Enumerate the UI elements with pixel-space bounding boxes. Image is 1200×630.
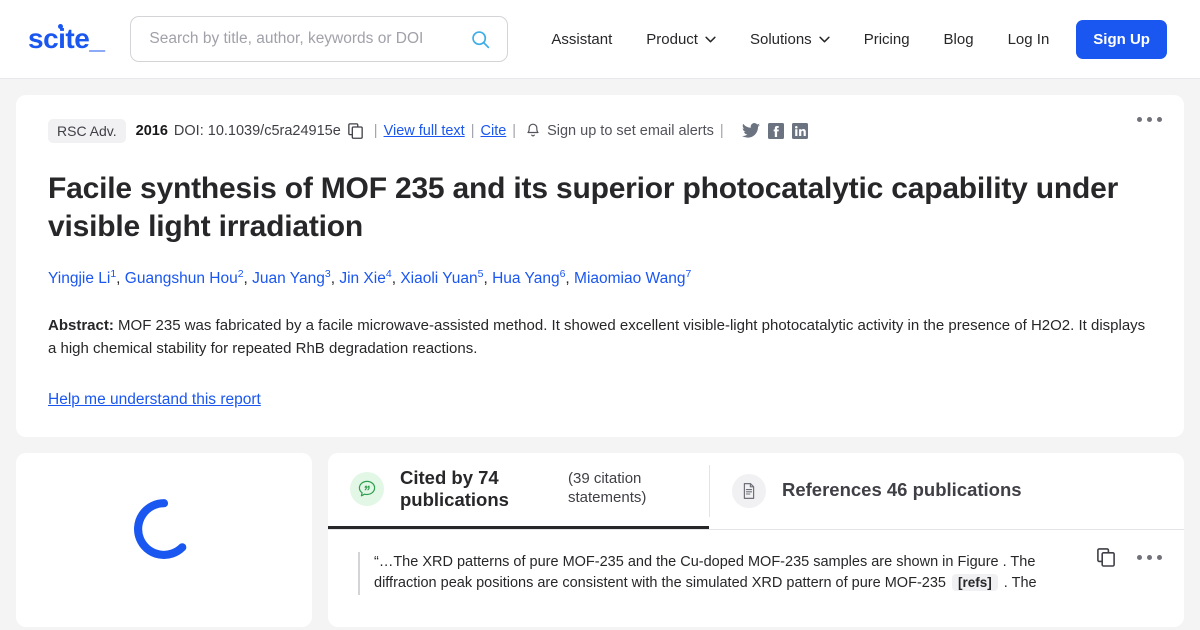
tab-cited-by-sublabel: (39 citation statements) [568,470,647,507]
social-share-group [741,123,808,139]
paper-meta-row: RSC Adv. 2016 DOI: 10.1039/c5ra24915e | … [48,119,1152,143]
facebook-icon[interactable] [767,123,784,139]
search-input[interactable] [149,30,471,48]
kebab-dot [1157,554,1162,560]
nav-label: Blog [943,30,974,48]
nav-item-solutions[interactable]: Solutions [733,23,847,56]
statement-text-part1: “…The XRD patterns of pure MOF-235 and t… [374,553,1036,592]
twitter-icon[interactable] [741,123,760,139]
citations-panel: Cited by 74 publications (39 citation st… [328,452,1184,627]
author-separator: , [565,269,575,287]
bell-icon[interactable] [526,123,540,139]
refs-badge[interactable]: [refs] [952,574,998,592]
statement-text-part2: . The [999,575,1037,592]
nav-label: Assistant [551,30,613,48]
author-link[interactable]: Xiaoli Yuan5 [400,268,483,287]
linkedin-icon[interactable] [791,123,808,139]
scite-report-panel [16,452,312,627]
nav-item-pricing[interactable]: Pricing [847,23,927,56]
main-navigation: Assistant Product Solutions Pricing Blog… [534,19,1178,59]
author-link[interactable]: Guangshun Hou2 [125,268,244,287]
login-label: Log In [1007,30,1050,48]
nav-label: Solutions [749,30,812,48]
kebab-dot [1147,117,1152,122]
copy-icon[interactable] [1097,547,1115,567]
author-affiliation-marker: 7 [685,267,692,280]
signup-button[interactable]: Sign Up [1076,19,1167,59]
meta-separator: | [512,123,517,139]
logo-dot [58,24,63,29]
meta-separator: | [719,123,724,139]
author-separator: , [116,269,125,287]
abstract-block: Abstract: MOF 235 was fabricated by a fa… [48,314,1152,361]
kebab-dot [1137,117,1142,122]
scite-logo[interactable]: scite_ [28,23,105,55]
author-link[interactable]: Miaomiao Wang7 [574,267,692,287]
tab-cited-by-label: Cited by 74 publications [400,466,509,511]
search-box[interactable] [130,16,509,62]
nav-label: Product [646,30,698,48]
nav-item-product[interactable]: Product [629,23,733,56]
logo-text: scite_ [28,23,105,54]
tab-cited-by[interactable]: Cited by 74 publications (39 citation st… [328,453,709,529]
citation-tabs: Cited by 74 publications (39 citation st… [328,453,1184,529]
tab-references[interactable]: References 46 publications [710,453,1048,529]
kebab-dot [1157,117,1162,122]
nav-item-blog[interactable]: Blog [927,23,991,56]
lower-row: Cited by 74 publications (39 citation st… [16,452,1184,627]
quote-bubble-icon [350,472,384,507]
paper-card: RSC Adv. 2016 DOI: 10.1039/c5ra24915e | … [16,95,1184,437]
kebab-dot [1137,554,1142,560]
tab-references-label: References 46 publications [782,479,1022,501]
cite-link[interactable]: Cite [481,123,507,139]
author-link[interactable]: Yingjie Li1 [48,268,116,287]
journal-badge[interactable]: RSC Adv. [48,119,126,143]
view-full-text-link[interactable]: View full text [384,123,465,139]
search-icon[interactable] [470,29,491,50]
abstract-text: MOF 235 was fabricated by a facile micro… [48,317,1146,358]
site-header: scite_ Assistant Product Solutions Prici… [0,0,1200,79]
author-list: Yingjie Li1, Guangshun Hou2, Juan Yang3,… [48,267,1152,290]
meta-separator: | [470,123,475,139]
doi-text: DOI: 10.1039/c5ra24915e [173,123,341,139]
chevron-down-icon [819,36,830,42]
chevron-down-icon [705,36,716,42]
nav-item-assistant[interactable]: Assistant [534,23,629,56]
paper-more-menu[interactable] [1137,117,1162,122]
author-link[interactable]: Juan Yang3 [252,268,331,287]
statement-more-menu[interactable] [1137,554,1162,560]
kebab-dot [1147,554,1152,560]
author-separator: , [243,269,253,287]
page-title: Facile synthesis of MOF 235 and its supe… [48,172,1119,244]
citation-statement: “…The XRD patterns of pure MOF-235 and t… [328,528,1184,596]
statement-quote: “…The XRD patterns of pure MOF-235 and t… [358,551,1184,596]
signup-label: Sign Up [1093,30,1150,48]
author-link[interactable]: Jin Xie4 [339,268,391,287]
page-body: RSC Adv. 2016 DOI: 10.1039/c5ra24915e | … [0,79,1200,627]
abstract-label: Abstract: [48,317,114,335]
author-link[interactable]: Hua Yang6 [492,268,565,287]
statement-actions [1097,547,1162,567]
email-alerts-link[interactable]: Sign up to set email alerts [547,123,714,139]
publication-year: 2016 [135,123,168,139]
nav-label: Pricing [863,30,910,48]
author-separator: , [483,269,493,287]
login-button[interactable]: Log In [991,23,1067,56]
copy-icon[interactable] [347,123,363,139]
document-icon [732,473,766,508]
loading-spinner-icon [134,498,187,559]
help-understand-report-link[interactable]: Help me understand this report [48,391,261,409]
meta-separator: | [373,123,378,139]
